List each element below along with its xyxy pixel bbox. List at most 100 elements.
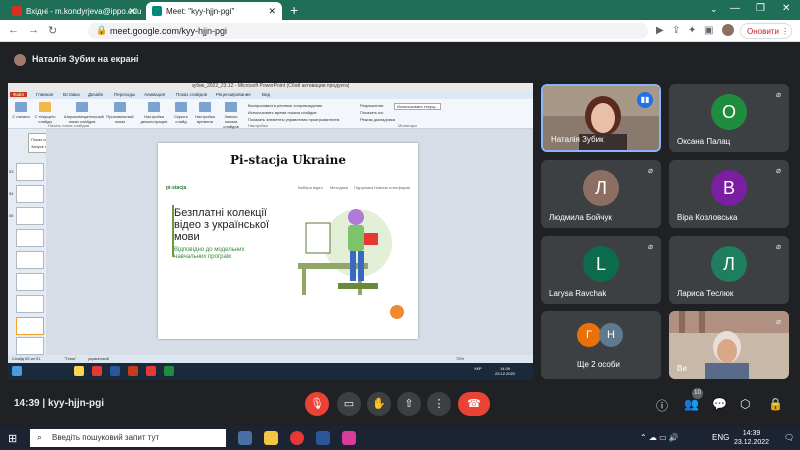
windows-start-icon[interactable]: ⊞ bbox=[8, 432, 17, 445]
button-label: С начала bbox=[12, 114, 30, 119]
share-icon[interactable]: ⇪ bbox=[672, 25, 680, 36]
new-tab-button[interactable]: + bbox=[290, 2, 298, 18]
slide-title: Pi-stacja Ukraine bbox=[229, 153, 347, 167]
close-tab-icon[interactable]: ✕ bbox=[128, 6, 136, 17]
slide-thumbnail-selected[interactable] bbox=[16, 317, 44, 335]
slide-number: 53 bbox=[9, 169, 14, 174]
button-label: Настройка демонстрации bbox=[140, 114, 168, 124]
participant-tile[interactable]: ▮▮ Наталія Зубик bbox=[541, 84, 661, 152]
reload-icon[interactable]: ↻ bbox=[48, 24, 57, 37]
raise-hand-button[interactable]: ✋ bbox=[367, 392, 391, 416]
word-icon[interactable] bbox=[316, 431, 330, 445]
rehearse-timings-button[interactable]: Настройка времени bbox=[194, 102, 216, 126]
extensions-icon[interactable]: ✦ bbox=[688, 25, 696, 36]
profile-avatar[interactable] bbox=[722, 24, 734, 36]
slide-number: 54 bbox=[9, 191, 14, 196]
narration-checkbox[interactable]: Воспроизвести речевое сопровождение bbox=[248, 103, 322, 108]
slide-thumbnail[interactable] bbox=[16, 295, 44, 313]
slide-thumbnail[interactable] bbox=[16, 229, 44, 247]
slide-thumbnail[interactable] bbox=[16, 273, 44, 291]
language-indicator[interactable]: ENG bbox=[712, 433, 729, 442]
chrome-icon[interactable] bbox=[290, 431, 304, 445]
hide-slide-button[interactable]: Скрыть слайд bbox=[170, 102, 192, 126]
url-text: meet.google.com/kyy-hjjn-pgi bbox=[110, 26, 228, 36]
ribbon-tab[interactable]: Главная bbox=[36, 92, 53, 97]
app-icon bbox=[164, 366, 174, 376]
host-controls-icon[interactable]: 🔒 bbox=[768, 397, 783, 411]
participant-tile[interactable]: ⌀ О Оксана Палац bbox=[669, 84, 789, 152]
more-options-button[interactable]: ⋮ bbox=[427, 392, 451, 416]
participant-tile[interactable]: ⌀ Л Лариса Теслюк bbox=[669, 236, 789, 304]
present-button[interactable]: ⇧ bbox=[397, 392, 421, 416]
forward-icon[interactable]: → bbox=[28, 24, 39, 36]
people-icon[interactable]: 👥 bbox=[684, 397, 699, 411]
end-call-button[interactable]: ☎ bbox=[458, 392, 490, 416]
slide-thumbnail[interactable] bbox=[16, 337, 44, 355]
ribbon-tab[interactable]: Анимация bbox=[144, 92, 165, 97]
ribbon-tab[interactable]: Вид bbox=[262, 92, 270, 97]
inner-date: 23.12.2022 bbox=[495, 371, 516, 376]
activities-icon[interactable]: ⬡ bbox=[740, 397, 750, 411]
participant-tile[interactable]: ⌀ В Віра Козловська bbox=[669, 160, 789, 228]
button-label: Скрыть слайд bbox=[174, 114, 188, 124]
participant-name: Ви bbox=[677, 364, 687, 373]
file-explorer-icon[interactable] bbox=[264, 431, 278, 445]
from-beginning-button[interactable]: С начала bbox=[10, 102, 32, 126]
camera-toggle-button[interactable]: ▭ bbox=[337, 392, 361, 416]
tab-gmail[interactable]: Вхідні - m.kondyrjeva@ippo.edu ✕ bbox=[6, 2, 142, 20]
ribbon-tab[interactable]: Дизайн bbox=[88, 92, 103, 97]
record-show-button[interactable]: Запись показа слайдов bbox=[218, 102, 244, 129]
taskbar-search[interactable]: ⌕ Введіть пошуковий запит тут bbox=[30, 429, 226, 447]
media-controls-checkbox[interactable]: Показать элементы управления проигрывате… bbox=[248, 117, 339, 122]
ribbon-tab[interactable]: Файл bbox=[10, 92, 28, 97]
participant-tile[interactable]: ⌀ L Larysa Ravchak bbox=[541, 236, 661, 304]
app-icon[interactable] bbox=[342, 431, 356, 445]
slide-brand: pi-stacja bbox=[166, 185, 187, 191]
sidebar-icon[interactable]: ▣ bbox=[704, 25, 713, 36]
slide-thumbnail[interactable] bbox=[16, 251, 44, 269]
close-tab-icon[interactable]: ✕ bbox=[268, 6, 276, 17]
custom-show-button[interactable]: Произвольный показ bbox=[104, 102, 136, 126]
tab-meet[interactable]: Meet: "kyy-hjjn-pgi" ✕ bbox=[146, 2, 282, 20]
mic-toggle-button[interactable]: 🎙 bbox=[305, 392, 329, 416]
taskbar-clock[interactable]: 14:39 23.12.2022 bbox=[734, 429, 769, 447]
ribbon-tab[interactable]: Рецензирование bbox=[216, 92, 251, 97]
close-window-icon[interactable]: ✕ bbox=[782, 3, 790, 14]
slide-nav-item: Новини платформи bbox=[374, 185, 411, 190]
info-icon[interactable]: ⓘ bbox=[656, 397, 668, 414]
system-tray-icons[interactable]: ⌃ ☁ ▭ 🔊 bbox=[640, 433, 679, 442]
resolution-select[interactable]: Использовать текущ... bbox=[394, 103, 442, 110]
self-tile[interactable]: ⌀ Ви bbox=[669, 311, 789, 379]
chat-icon[interactable]: 💬 bbox=[712, 397, 727, 411]
ribbon-tab[interactable]: Показ слайдов bbox=[176, 92, 207, 97]
slide-thumbnail[interactable] bbox=[16, 207, 44, 225]
setup-show-button[interactable]: Настройка демонстрации bbox=[140, 102, 168, 126]
shared-screen: зубик_2022_23.12 - Microsoft PowerPoint … bbox=[8, 83, 533, 380]
address-bar[interactable]: 🔒 meet.google.com/kyy-hjjn-pgi bbox=[88, 23, 648, 39]
slide-thumbnail[interactable] bbox=[16, 163, 44, 181]
ribbon-tab[interactable]: Переходы bbox=[114, 92, 135, 97]
ribbon-tab[interactable]: Вставка bbox=[63, 92, 80, 97]
timings-checkbox[interactable]: Использовать время показа слайдов bbox=[248, 110, 317, 115]
tab-search-chevron-icon[interactable]: ⌄ bbox=[710, 4, 718, 15]
participant-avatar: L bbox=[583, 246, 619, 282]
mic-off-icon: ⌀ bbox=[776, 166, 781, 175]
notifications-icon[interactable]: 🗨 bbox=[784, 433, 794, 442]
clock-time: 14:39 bbox=[742, 430, 761, 437]
back-icon[interactable]: ← bbox=[8, 24, 19, 36]
presenter-view-checkbox[interactable]: Режим докладчика bbox=[360, 117, 395, 122]
theme-name: "Тема" bbox=[64, 356, 77, 361]
maximize-icon[interactable]: ❐ bbox=[756, 3, 765, 14]
meeting-time: 14:39 | kyy-hjjn-pgi bbox=[14, 398, 105, 409]
participant-tile-others[interactable]: Г Н Ще 2 особи bbox=[541, 311, 661, 379]
minimize-icon[interactable]: — bbox=[730, 3, 740, 14]
camera-icon[interactable]: ▶ bbox=[656, 25, 664, 36]
inner-taskbar: УКР 14:39 23.12.2022 bbox=[8, 363, 533, 380]
update-button[interactable]: Оновити ⋮ bbox=[740, 23, 792, 39]
task-view-icon[interactable] bbox=[238, 431, 252, 445]
slide-thumbnail[interactable] bbox=[16, 185, 44, 203]
current-slide[interactable]: Pi-stacja Ukraine pi-stacja Вибери відео… bbox=[158, 143, 418, 339]
slide-number: 55 bbox=[9, 213, 14, 218]
participant-tile[interactable]: ⌀ Л Людмила Бойчук bbox=[541, 160, 661, 228]
slide-subtitle: Відповідно до модельних навчальних прогр… bbox=[174, 247, 245, 260]
